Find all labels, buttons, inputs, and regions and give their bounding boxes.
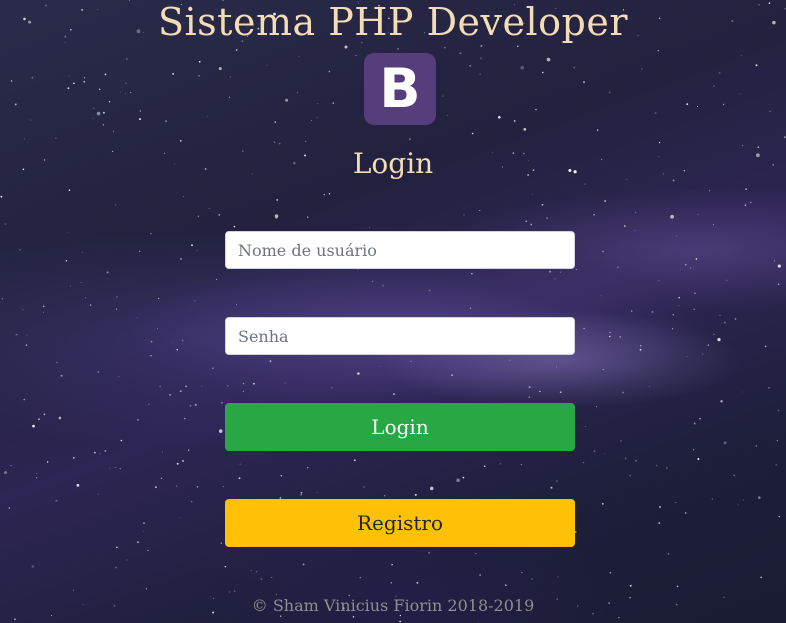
login-heading: Login <box>352 147 434 180</box>
register-button[interactable]: Registro <box>225 499 575 547</box>
bootstrap-logo-icon: B <box>364 53 436 125</box>
password-input[interactable] <box>225 317 575 355</box>
username-input[interactable] <box>225 231 575 269</box>
login-button[interactable]: Login <box>225 403 575 451</box>
app-title: Sistema PHP Developer <box>158 0 628 44</box>
copyright-footer: © Sham Vinicius Fiorin 2018-2019 <box>251 596 535 615</box>
